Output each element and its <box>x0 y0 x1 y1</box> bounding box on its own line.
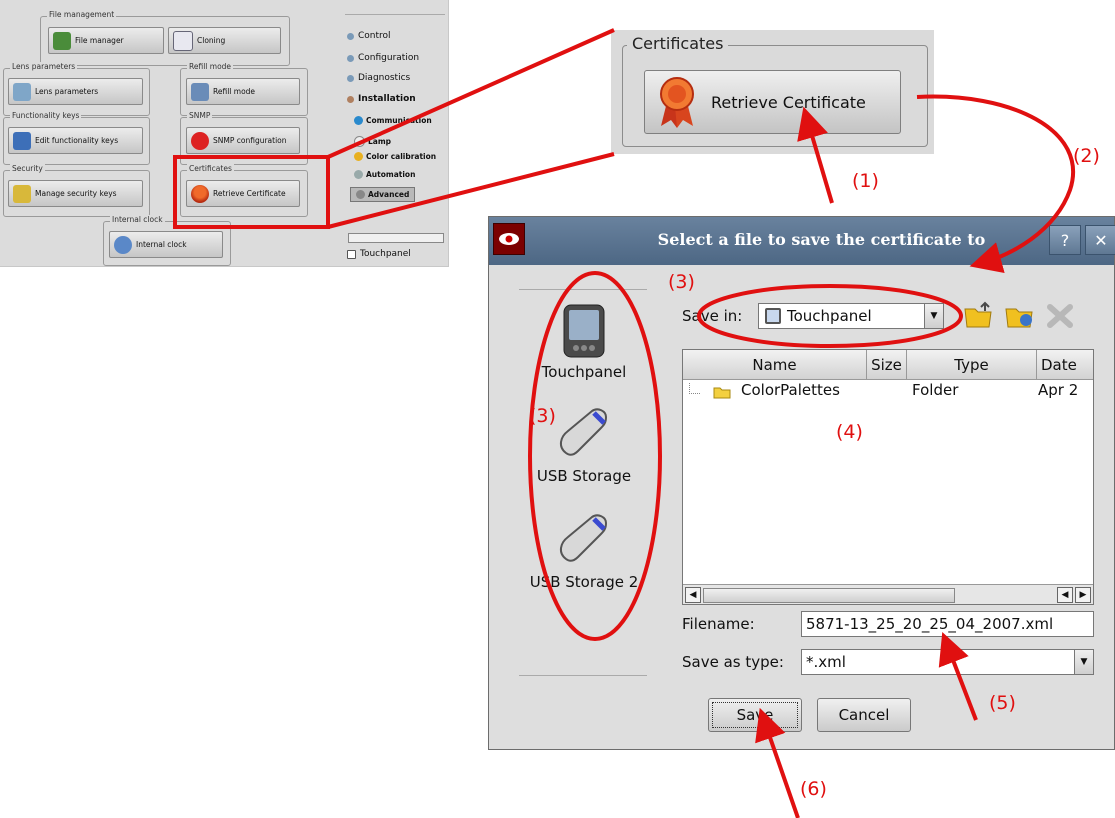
arrow-5 <box>938 632 978 721</box>
arrow-2 <box>916 94 1075 274</box>
annotation-label-5: (5) <box>989 692 1016 714</box>
zoom-line-top <box>327 28 615 159</box>
save-in-highlight <box>697 284 963 348</box>
annotation-label-3: (3) <box>529 405 556 427</box>
callout-box <box>173 155 330 229</box>
zoom-line-bottom <box>327 152 615 229</box>
annotation-label-2: (2) <box>1073 145 1100 167</box>
annotation-label-6: (6) <box>800 778 827 800</box>
annotation-label-4: (4) <box>836 421 863 443</box>
arrow-1 <box>797 106 834 204</box>
sidebar-highlight <box>528 271 662 641</box>
annotation-label-1: (1) <box>852 170 879 192</box>
annotation-label-3: (3) <box>668 271 695 293</box>
annotation-overlay <box>173 28 1075 818</box>
arrow-6 <box>755 707 800 818</box>
